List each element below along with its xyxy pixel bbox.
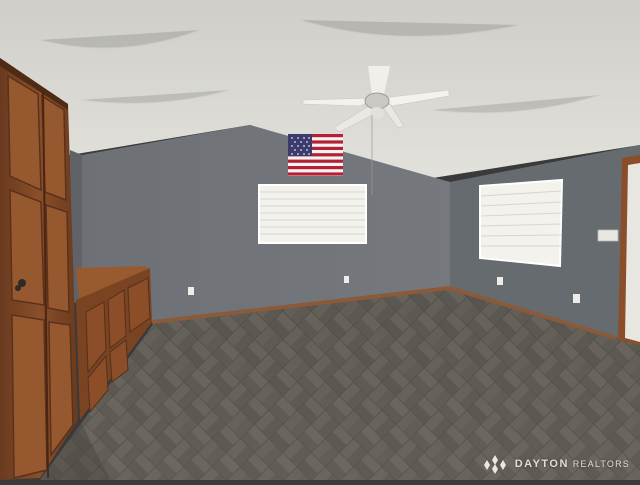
watermark-sub: REALTORS <box>572 459 630 469</box>
realtor-logo-icon <box>483 455 506 474</box>
outlet <box>344 276 349 283</box>
cabinet-handle <box>15 285 21 291</box>
room-illustration <box>0 0 640 480</box>
room-photo: DAYTON REALTORS <box>0 0 640 480</box>
light-switch <box>597 229 619 242</box>
right-window <box>479 178 564 268</box>
outlet <box>497 277 503 285</box>
back-window <box>258 184 367 244</box>
american-flag <box>288 134 343 176</box>
outlet <box>573 294 580 303</box>
watermark-brand: DAYTON <box>514 458 569 470</box>
watermark-logo: DAYTON REALTORS <box>481 454 630 474</box>
tall-wood-cabinet <box>0 58 78 480</box>
outlet <box>188 287 194 295</box>
